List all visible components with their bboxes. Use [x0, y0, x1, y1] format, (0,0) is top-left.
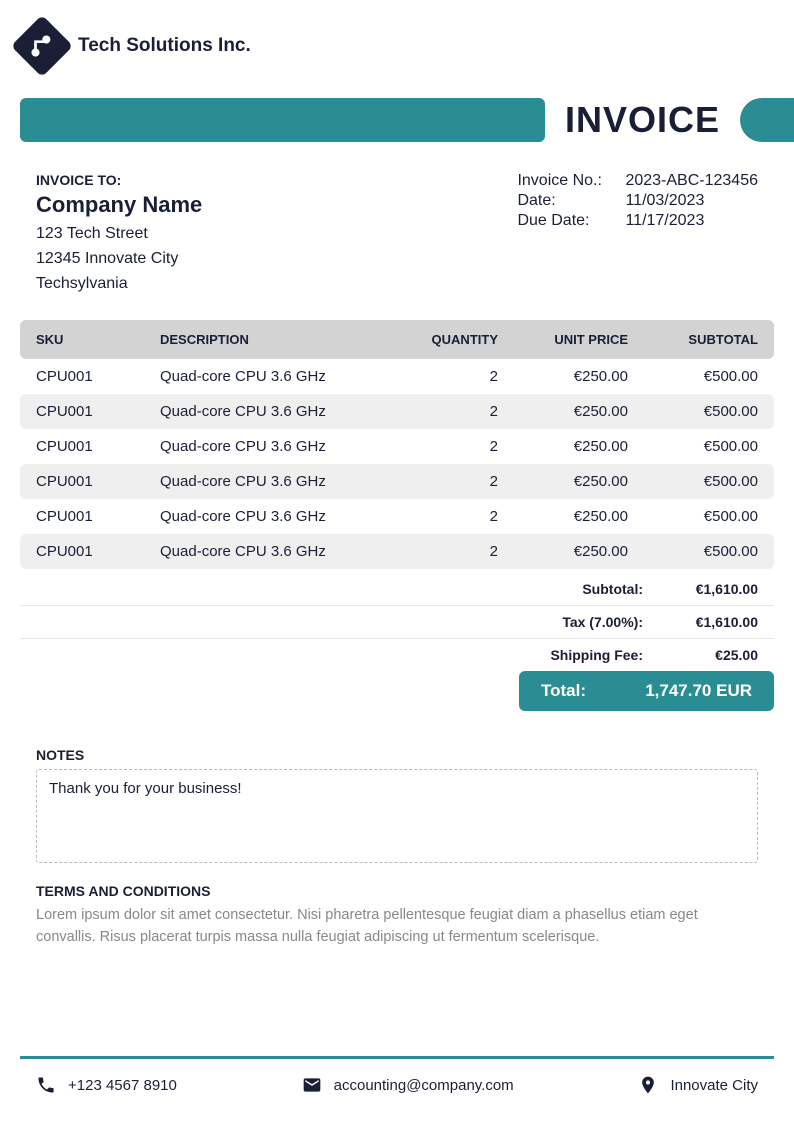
terms-text: Lorem ipsum dolor sit amet consectetur. …: [36, 905, 758, 949]
bill-to-label: INVOICE TO:: [36, 172, 202, 188]
bill-to: INVOICE TO: Company Name 123 Tech Street…: [36, 172, 202, 296]
cell-sub: €500.00: [628, 403, 758, 420]
cell-sub: €500.00: [628, 368, 758, 385]
col-header-sku: SKU: [36, 332, 160, 347]
cell-desc: Quad-core CPU 3.6 GHz: [160, 508, 398, 525]
cell-qty: 2: [398, 508, 498, 525]
col-header-desc: DESCRIPTION: [160, 332, 398, 347]
cell-unit: €250.00: [498, 368, 628, 385]
logo-icon: [11, 15, 73, 77]
cell-sku: CPU001: [36, 368, 160, 385]
subtotal-label: Subtotal:: [503, 581, 643, 597]
tax-value: €1,610.00: [643, 614, 758, 630]
table-row: CPU001Quad-core CPU 3.6 GHz2€250.00€500.…: [20, 499, 774, 534]
accent-bar-right: [740, 98, 794, 142]
due-date-value: 11/17/2023: [625, 212, 704, 230]
accent-bar-left: [20, 98, 545, 142]
cell-unit: €250.00: [498, 473, 628, 490]
col-header-unit: UNIT PRICE: [498, 332, 628, 347]
cell-unit: €250.00: [498, 438, 628, 455]
tax-label: Tax (7.00%):: [503, 614, 643, 630]
table-row: CPU001Quad-core CPU 3.6 GHz2€250.00€500.…: [20, 429, 774, 464]
info-section: INVOICE TO: Company Name 123 Tech Street…: [20, 172, 774, 296]
shipping-value: €25.00: [643, 647, 758, 663]
line-items-table: SKU DESCRIPTION QUANTITY UNIT PRICE SUBT…: [20, 320, 774, 569]
cell-desc: Quad-core CPU 3.6 GHz: [160, 543, 398, 560]
location-value: Innovate City: [670, 1077, 758, 1094]
title-row: INVOICE: [20, 98, 774, 142]
notes-label: NOTES: [36, 747, 758, 763]
table-header: SKU DESCRIPTION QUANTITY UNIT PRICE SUBT…: [20, 320, 774, 359]
cell-sku: CPU001: [36, 473, 160, 490]
cell-unit: €250.00: [498, 508, 628, 525]
email-icon: [302, 1075, 322, 1095]
notes-section: NOTES Thank you for your business!: [20, 747, 774, 863]
table-row: CPU001Quad-core CPU 3.6 GHz2€250.00€500.…: [20, 394, 774, 429]
invoice-meta: Invoice No.: 2023-ABC-123456 Date: 11/03…: [517, 172, 758, 296]
cell-unit: €250.00: [498, 403, 628, 420]
col-header-qty: QUANTITY: [398, 332, 498, 347]
cell-desc: Quad-core CPU 3.6 GHz: [160, 473, 398, 490]
cell-sub: €500.00: [628, 438, 758, 455]
footer: +123 4567 8910 accounting@company.com In…: [20, 1056, 774, 1111]
bill-to-street: 123 Tech Street: [36, 222, 202, 247]
cell-sub: €500.00: [628, 508, 758, 525]
cell-qty: 2: [398, 368, 498, 385]
cell-sku: CPU001: [36, 403, 160, 420]
table-row: CPU001Quad-core CPU 3.6 GHz2€250.00€500.…: [20, 464, 774, 499]
footer-location: Innovate City: [638, 1075, 758, 1095]
location-icon: [638, 1075, 658, 1095]
shipping-label: Shipping Fee:: [503, 647, 643, 663]
phone-icon: [36, 1075, 56, 1095]
phone-value: +123 4567 8910: [68, 1077, 177, 1094]
total-label: Total:: [541, 681, 586, 701]
footer-email: accounting@company.com: [302, 1075, 514, 1095]
cell-unit: €250.00: [498, 543, 628, 560]
cell-qty: 2: [398, 543, 498, 560]
cell-sku: CPU001: [36, 508, 160, 525]
cell-qty: 2: [398, 438, 498, 455]
company-name: Tech Solutions Inc.: [78, 35, 251, 57]
table-row: CPU001Quad-core CPU 3.6 GHz2€250.00€500.…: [20, 359, 774, 394]
terms-label: TERMS AND CONDITIONS: [36, 883, 758, 899]
cell-desc: Quad-core CPU 3.6 GHz: [160, 403, 398, 420]
footer-phone: +123 4567 8910: [36, 1075, 177, 1095]
cell-sub: €500.00: [628, 543, 758, 560]
grand-total: Total: 1,747.70 EUR: [519, 671, 774, 711]
total-value: 1,747.70 EUR: [645, 681, 752, 701]
due-date-label: Due Date:: [517, 212, 625, 230]
invoice-no-label: Invoice No.:: [517, 172, 625, 190]
subtotal-value: €1,610.00: [643, 581, 758, 597]
bill-to-country: Techsylvania: [36, 272, 202, 297]
bill-to-city: 12345 Innovate City: [36, 247, 202, 272]
date-label: Date:: [517, 192, 625, 210]
terms-section: TERMS AND CONDITIONS Lorem ipsum dolor s…: [20, 883, 774, 949]
cell-sub: €500.00: [628, 473, 758, 490]
header: Tech Solutions Inc.: [20, 24, 774, 68]
cell-qty: 2: [398, 473, 498, 490]
cell-desc: Quad-core CPU 3.6 GHz: [160, 368, 398, 385]
cell-qty: 2: [398, 403, 498, 420]
cell-sku: CPU001: [36, 438, 160, 455]
table-row: CPU001Quad-core CPU 3.6 GHz2€250.00€500.…: [20, 534, 774, 569]
notes-text: Thank you for your business!: [36, 769, 758, 863]
footer-divider: [20, 1056, 774, 1059]
cell-desc: Quad-core CPU 3.6 GHz: [160, 438, 398, 455]
date-value: 11/03/2023: [625, 192, 704, 210]
bill-to-name: Company Name: [36, 192, 202, 218]
invoice-no-value: 2023-ABC-123456: [625, 172, 758, 190]
col-header-sub: SUBTOTAL: [628, 332, 758, 347]
document-title: INVOICE: [565, 99, 720, 141]
email-value: accounting@company.com: [334, 1077, 514, 1094]
totals-section: Subtotal: €1,610.00 Tax (7.00%): €1,610.…: [20, 573, 774, 711]
cell-sku: CPU001: [36, 543, 160, 560]
